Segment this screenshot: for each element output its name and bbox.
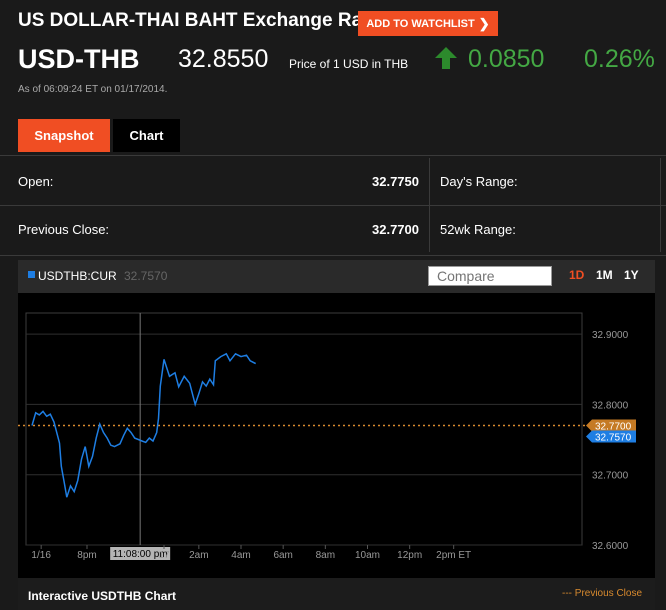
divider [0,255,666,256]
compare-input[interactable] [428,266,552,286]
range-1y-button[interactable]: 1Y [624,268,639,282]
x-tick-label: 17 [158,550,170,561]
divider [429,158,430,252]
chart-symbol: USDTHB:CUR [38,269,117,283]
add-to-watchlist-button[interactable]: ADD TO WATCHLIST ❯ [358,11,498,36]
x-tick-label: 2pm ET [436,550,471,561]
y-tick-label: 32.7000 [592,471,629,482]
price-chart[interactable]: 32.900032.800032.700032.60001/16 8pm 11:08… [18,293,655,578]
chart-footer-title: Interactive USDTHB Chart [28,589,177,603]
current-value-tag-label: 32.7570 [595,432,632,443]
x-tick-label: 4am [231,550,250,561]
chart-symbol-value: 32.7570 [124,269,168,283]
chart-plot-area[interactable]: 32.9000 32.8000 32.7000 32.6000 1/16 8pm 11:08… [18,293,655,578]
open-value: 32.7750 [372,174,419,189]
previous-close-label: Previous Close: [18,222,110,237]
divider [0,155,666,156]
ticker-symbol: USD-THB [18,44,140,74]
legend-previous-close: --- Previous Close [562,588,643,599]
previous-close-value: 32.7700 [372,222,419,237]
arrow-up-icon [435,47,457,69]
chevron-right-icon: ❯ [478,15,490,31]
range-1d-button[interactable]: 1D [569,268,584,282]
divider [0,205,666,206]
watchlist-label: ADD TO WATCHLIST [366,17,475,30]
x-tick-label: 12pm [397,550,422,561]
y-tick-label: 32.6000 [592,541,629,552]
x-tick-label: 2am [189,550,208,561]
price-description: Price of 1 USD in THB [289,57,409,71]
52wk-range-label: 52wk Range: [440,222,516,237]
plot-frame [25,312,583,546]
series-color-swatch [28,271,35,278]
y-tick-label: 32.9000 [592,330,629,341]
days-range-label: Day's Range: [440,174,518,189]
x-tick-label: 1/16 [31,550,51,561]
y-tick-label: 32.8000 [592,400,629,411]
x-tick-label: 10am [355,550,380,561]
range-1m-button[interactable]: 1M [596,268,613,282]
open-label: Open: [18,174,54,189]
x-tick-label: 6am [273,550,292,561]
tab-snapshot[interactable]: Snapshot [18,119,110,152]
price-change: 0.0850 [468,45,545,73]
price-change-percent: 0.26% [584,45,655,73]
price-value: 32.8550 [178,45,269,73]
divider [660,158,661,252]
as-of-timestamp: As of 06:09:24 ET on 01/17/2014. [18,84,168,95]
x-tick-label: 8am [316,550,335,561]
page-title: US DOLLAR-THAI BAHT Exchange Rate [18,10,380,31]
tab-chart[interactable]: Chart [113,119,180,152]
x-tick-label: 8pm [77,550,96,561]
